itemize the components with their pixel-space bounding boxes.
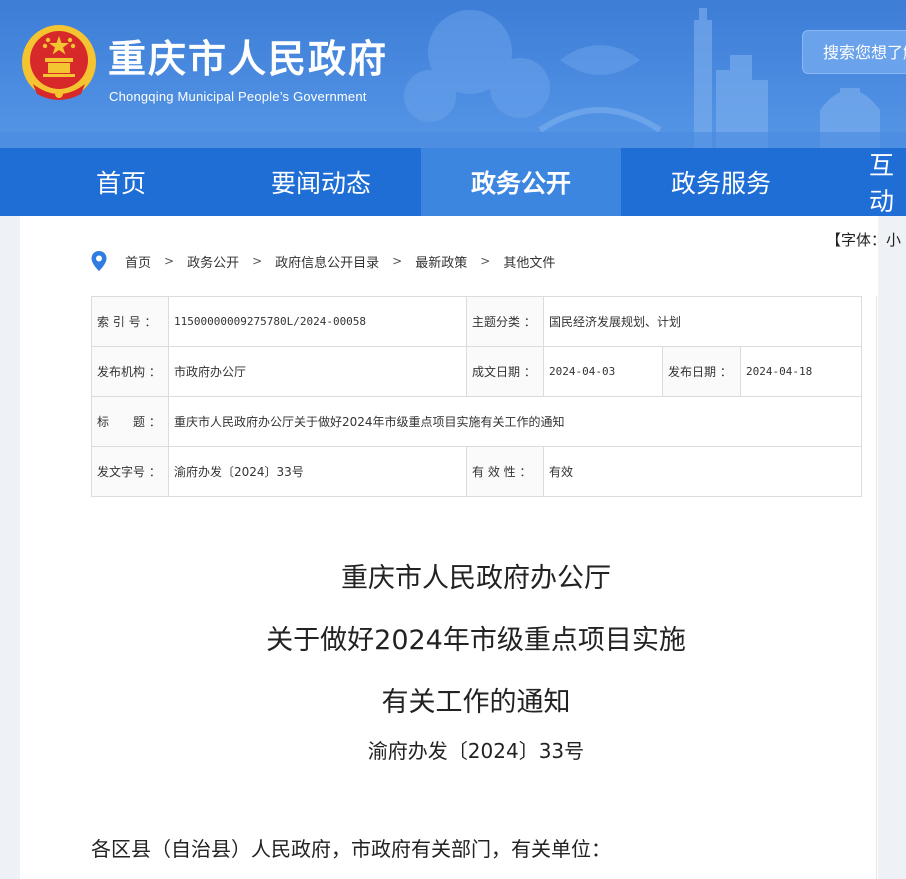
nav-item-government-services[interactable]: 政务服务 — [621, 148, 821, 216]
publisher-label: 发布机构 ： — [91, 346, 169, 397]
validity-value: 有效 — [542, 446, 863, 497]
breadcrumb-separator: > — [480, 254, 491, 268]
breadcrumb-other-documents[interactable]: 其他文件 — [503, 252, 555, 271]
breadcrumb-latest-policies[interactable]: 最新政策 — [415, 252, 467, 271]
created-date-label: 成文日期 ： — [466, 346, 544, 397]
breadcrumb-home[interactable]: 首页 — [125, 252, 151, 271]
breadcrumb: 首页 > 政务公开 > 政府信息公开目录 > 最新政策 > 其他文件 — [90, 250, 555, 272]
article-document-number: 渝府办发〔2024〕33号 — [367, 739, 585, 763]
nav-item-government-affairs[interactable]: 政务公开 — [421, 148, 621, 216]
national-emblem-logo — [22, 25, 96, 100]
table-row: 索 引 号 ： 11500000009275780L/2024-00058 主题… — [91, 296, 863, 347]
breadcrumb-disclosure-catalog[interactable]: 政府信息公开目录 — [275, 252, 379, 271]
site-subtitle: Chongqing Municipal People’s Government — [109, 89, 367, 104]
table-row: 发布机构 ： 市政府办公厅 成文日期 ： 2024-04-03 发布日期 ： 2… — [91, 346, 863, 397]
document-info-table: 索 引 号 ： 11500000009275780L/2024-00058 主题… — [91, 296, 863, 497]
publisher-value: 市政府办公厅 — [168, 346, 467, 397]
header-banner: 重庆市人民政府 Chongqing Municipal People’s Gov… — [0, 0, 906, 148]
table-row: 标 题 ： 重庆市人民政府办公厅关于做好2024年市级重点项目实施有关工作的通知 — [91, 396, 863, 447]
index-label: 索 引 号 ： — [91, 296, 169, 347]
nav-item-interaction[interactable]: 互动 — [821, 148, 906, 216]
nav-item-home[interactable]: 首页 — [21, 148, 221, 216]
subject-label: 标 题 ： — [91, 396, 169, 447]
published-date-value: 2024-04-18 — [739, 346, 863, 397]
breadcrumb-separator: > — [392, 254, 403, 268]
published-date-label: 发布日期 ： — [662, 346, 741, 397]
location-pin-icon — [91, 251, 107, 271]
topic-label: 主题分类 ： — [466, 296, 544, 347]
breadcrumb-separator: > — [252, 254, 263, 268]
created-date-value: 2024-04-03 — [543, 346, 663, 397]
validity-label: 有 效 性 ： — [466, 446, 544, 497]
article-salutation: 各区县（自治县）人民政府，市政府有关部门，有关单位： — [91, 837, 611, 861]
search-box[interactable] — [802, 30, 906, 74]
topic-value: 国民经济发展规划、计划 — [542, 296, 863, 347]
breadcrumb-separator: > — [164, 254, 175, 268]
article-title-line: 有关工作的通知 — [381, 687, 571, 718]
article-title-line: 关于做好2024年市级重点项目实施 — [266, 625, 686, 656]
article-title-line: 重庆市人民政府办公厅 — [341, 563, 611, 594]
table-row: 发文字号 ： 渝府办发〔2024〕33号 有 效 性 ： 有效 — [91, 446, 863, 497]
document-number-value: 渝府办发〔2024〕33号 — [168, 446, 467, 497]
breadcrumb-government-affairs[interactable]: 政务公开 — [187, 252, 239, 271]
main-nav: 首页 要闻动态 政务公开 政务服务 互动 — [0, 148, 906, 216]
article-title: 重庆市人民政府办公厅 关于做好2024年市级重点项目实施 有关工作的通知 — [91, 548, 861, 734]
site-title: 重庆市人民政府 — [108, 37, 389, 81]
search-input[interactable] — [803, 31, 906, 73]
font-size-switch[interactable]: 【字体：小 — [826, 229, 901, 250]
subject-value: 重庆市人民政府办公厅关于做好2024年市级重点项目实施有关工作的通知 — [167, 396, 863, 447]
index-value: 11500000009275780L/2024-00058 — [168, 296, 467, 347]
nav-item-news[interactable]: 要闻动态 — [221, 148, 421, 216]
content-divider — [876, 296, 877, 879]
document-number-label: 发文字号 ： — [91, 446, 169, 497]
